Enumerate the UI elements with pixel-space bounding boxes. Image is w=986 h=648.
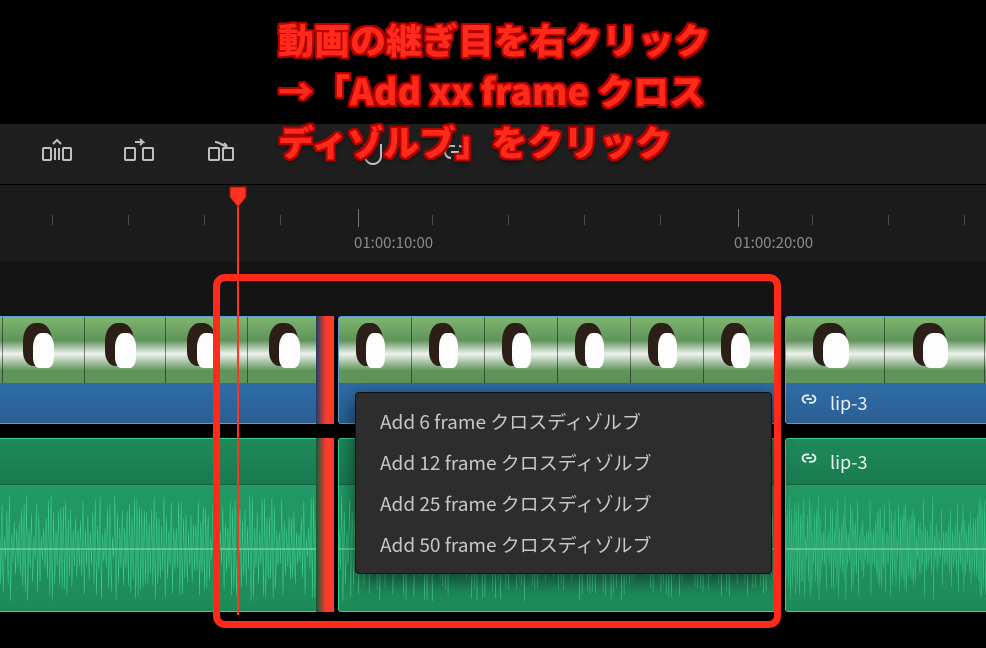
snap-magnet-icon[interactable]	[352, 133, 394, 175]
ruler-timecode: 01:00:20:00	[734, 232, 813, 253]
thumbnail	[558, 317, 631, 384]
thumbnail	[485, 317, 558, 384]
playhead-handle[interactable]	[226, 185, 250, 209]
clip-label-bar: mp4	[0, 383, 330, 423]
linked-selection-icon[interactable]	[434, 133, 476, 175]
replace-clip-icon[interactable]	[200, 133, 242, 175]
ruler-tick-minor	[660, 215, 661, 225]
ruler-tick-minor	[584, 215, 585, 225]
thumbnail	[786, 317, 885, 384]
clip-link-icon	[798, 448, 820, 476]
ruler-tick-minor	[888, 215, 889, 225]
ruler-tick-minor	[52, 215, 53, 225]
insert-clip-icon[interactable]	[36, 133, 78, 175]
video-clip-1[interactable]: mp4	[0, 316, 331, 424]
thumbnail	[339, 317, 412, 384]
clip-thumbnails	[786, 317, 986, 384]
clip-thumbnails	[339, 317, 777, 384]
audio-clip-1[interactable]: mp4	[0, 438, 331, 612]
ruler-tick-minor	[432, 215, 433, 225]
thumbnail	[704, 317, 777, 384]
clip-label-bar: lip-3	[786, 439, 986, 485]
timeline-ruler[interactable]: 01:00:10:00 01:00:20:00	[0, 185, 986, 262]
clip-filename: lip-3	[830, 449, 868, 475]
context-menu-item[interactable]: Add 50 frame クロスディゾルブ	[356, 524, 771, 565]
clip-thumbnails	[0, 317, 330, 384]
annotation-line1: 動画の継ぎ目を右クリック	[278, 13, 710, 65]
ruler-tick-major	[358, 209, 359, 227]
clip-link-icon	[798, 389, 820, 417]
ruler-tick-minor	[812, 215, 813, 225]
audio-waveform	[0, 485, 330, 611]
thumbnail	[412, 317, 485, 384]
track-gap	[0, 262, 986, 316]
clip-label-bar: lip-3	[786, 383, 986, 423]
ruler-tick-minor	[964, 215, 965, 225]
context-menu-item[interactable]: Add 6 frame クロスディゾルブ	[356, 401, 771, 442]
ruler-tick-major	[738, 209, 739, 227]
annotation-line2: →「Add xx frame クロス	[278, 64, 705, 116]
thumbnail	[166, 317, 248, 384]
overwrite-clip-icon[interactable]	[118, 133, 160, 175]
thumbnail	[885, 317, 984, 384]
ruler-tick-minor	[204, 215, 205, 225]
ruler-tick-minor	[508, 215, 509, 225]
thumbnail	[631, 317, 704, 384]
ruler-tick-minor	[280, 215, 281, 225]
ruler-tick-minor	[128, 215, 129, 225]
playhead-line[interactable]	[237, 195, 239, 615]
audio-clip-3[interactable]: lip-3	[785, 438, 986, 612]
clip-filename: lip-3	[830, 390, 868, 416]
video-clip-3[interactable]: lip-3	[785, 316, 986, 424]
timeline-toolbar	[0, 123, 986, 185]
audio-waveform	[786, 485, 986, 611]
context-menu-item[interactable]: Add 12 frame クロスディゾルブ	[356, 442, 771, 483]
ruler-timecode: 01:00:10:00	[354, 232, 433, 253]
thumbnail	[85, 317, 167, 384]
thumbnail	[3, 317, 85, 384]
video-transition-edge[interactable]	[316, 316, 334, 424]
clip-label-bar: mp4	[0, 439, 330, 485]
context-menu: Add 6 frame クロスディゾルブAdd 12 frame クロスディゾル…	[355, 392, 772, 574]
audio-transition-edge[interactable]	[316, 438, 334, 612]
context-menu-item[interactable]: Add 25 frame クロスディゾルブ	[356, 483, 771, 524]
